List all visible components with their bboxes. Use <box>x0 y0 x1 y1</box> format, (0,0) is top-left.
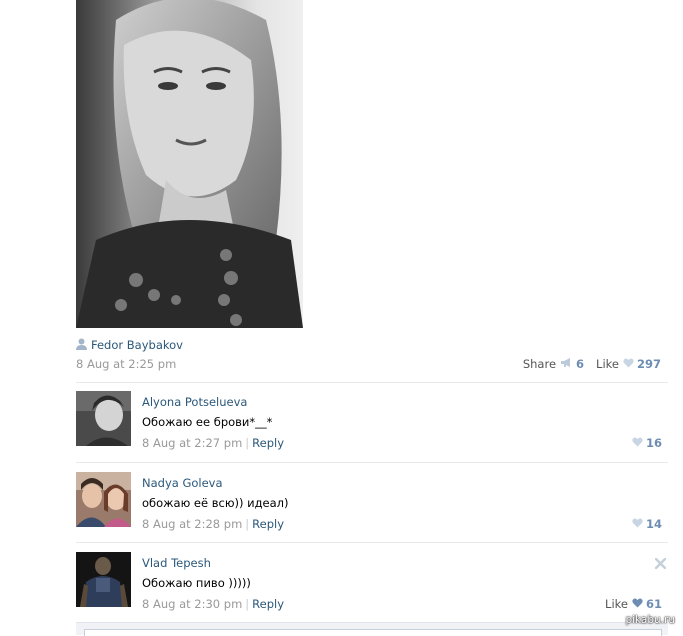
post-author[interactable]: Fedor Baybakov <box>76 338 183 352</box>
comment-meta: 8 Aug at 2:27 pm | Reply <box>142 436 284 450</box>
heart-icon <box>623 357 634 371</box>
heart-icon <box>632 597 643 611</box>
comment-text: Обожаю ее брови*__* <box>142 415 273 429</box>
post-date[interactable]: 8 Aug at 2:25 pm <box>76 357 176 371</box>
comment-author[interactable]: Nadya Goleva <box>142 476 223 490</box>
comment-date[interactable]: 8 Aug at 2:28 pm <box>142 517 242 531</box>
comment-date[interactable]: 8 Aug at 2:27 pm <box>142 436 242 450</box>
separator-pipe: | <box>245 436 250 450</box>
like-count: 297 <box>636 357 661 371</box>
post-actions: Share 6 Like 297 <box>523 357 661 371</box>
comment: Alyona Potselueva Обожаю ее брови*__* 8 … <box>76 391 668 453</box>
share-count: 6 <box>576 357 585 371</box>
heart-icon <box>632 436 643 450</box>
post-author-name[interactable]: Fedor Baybakov <box>91 338 183 352</box>
comment-like-count: 61 <box>645 597 662 611</box>
comment: Vlad Tepesh Обожаю пиво ))))) 8 Aug at 2… <box>76 552 668 614</box>
comment-like-button[interactable]: Like 61 <box>605 597 662 611</box>
reply-box <box>76 622 668 636</box>
separator-pipe: | <box>245 597 250 611</box>
delete-comment-close-icon[interactable] <box>654 557 667 570</box>
like-label: Like <box>596 357 619 371</box>
like-button[interactable]: Like 297 <box>596 357 661 371</box>
divider <box>76 382 668 383</box>
divider <box>76 542 668 543</box>
user-icon <box>76 338 87 353</box>
divider <box>76 462 668 463</box>
comment-like-count: 14 <box>645 517 662 531</box>
comment-meta: 8 Aug at 2:28 pm | Reply <box>142 517 284 531</box>
reply-link[interactable]: Reply <box>252 436 284 450</box>
post-photo[interactable] <box>76 0 303 328</box>
comment-like-count: 16 <box>645 436 662 450</box>
share-button[interactable]: Share 6 <box>523 357 584 371</box>
comment-like-button[interactable]: 16 <box>632 436 662 450</box>
reply-input[interactable] <box>84 629 662 636</box>
comment-meta: 8 Aug at 2:30 pm | Reply <box>142 597 284 611</box>
heart-icon <box>632 517 643 531</box>
reply-link[interactable]: Reply <box>252 597 284 611</box>
separator-pipe: | <box>245 517 250 531</box>
reply-link[interactable]: Reply <box>252 517 284 531</box>
watermark: pikabu.ru <box>625 614 675 626</box>
comment-date[interactable]: 8 Aug at 2:30 pm <box>142 597 242 611</box>
comment-author[interactable]: Vlad Tepesh <box>142 556 211 570</box>
comment-like-label: Like <box>605 597 628 611</box>
comment-author[interactable]: Alyona Potselueva <box>142 395 247 409</box>
avatar[interactable] <box>76 391 131 446</box>
avatar[interactable] <box>76 472 131 527</box>
megaphone-icon <box>560 357 573 371</box>
avatar[interactable] <box>76 552 131 607</box>
comment-text: обожаю её всю)) идеал) <box>142 496 289 510</box>
share-label: Share <box>522 357 557 371</box>
comment: Nadya Goleva обожаю её всю)) идеал) 8 Au… <box>76 472 668 534</box>
comment-like-button[interactable]: 14 <box>632 517 662 531</box>
comment-text: Обожаю пиво ))))) <box>142 576 251 590</box>
